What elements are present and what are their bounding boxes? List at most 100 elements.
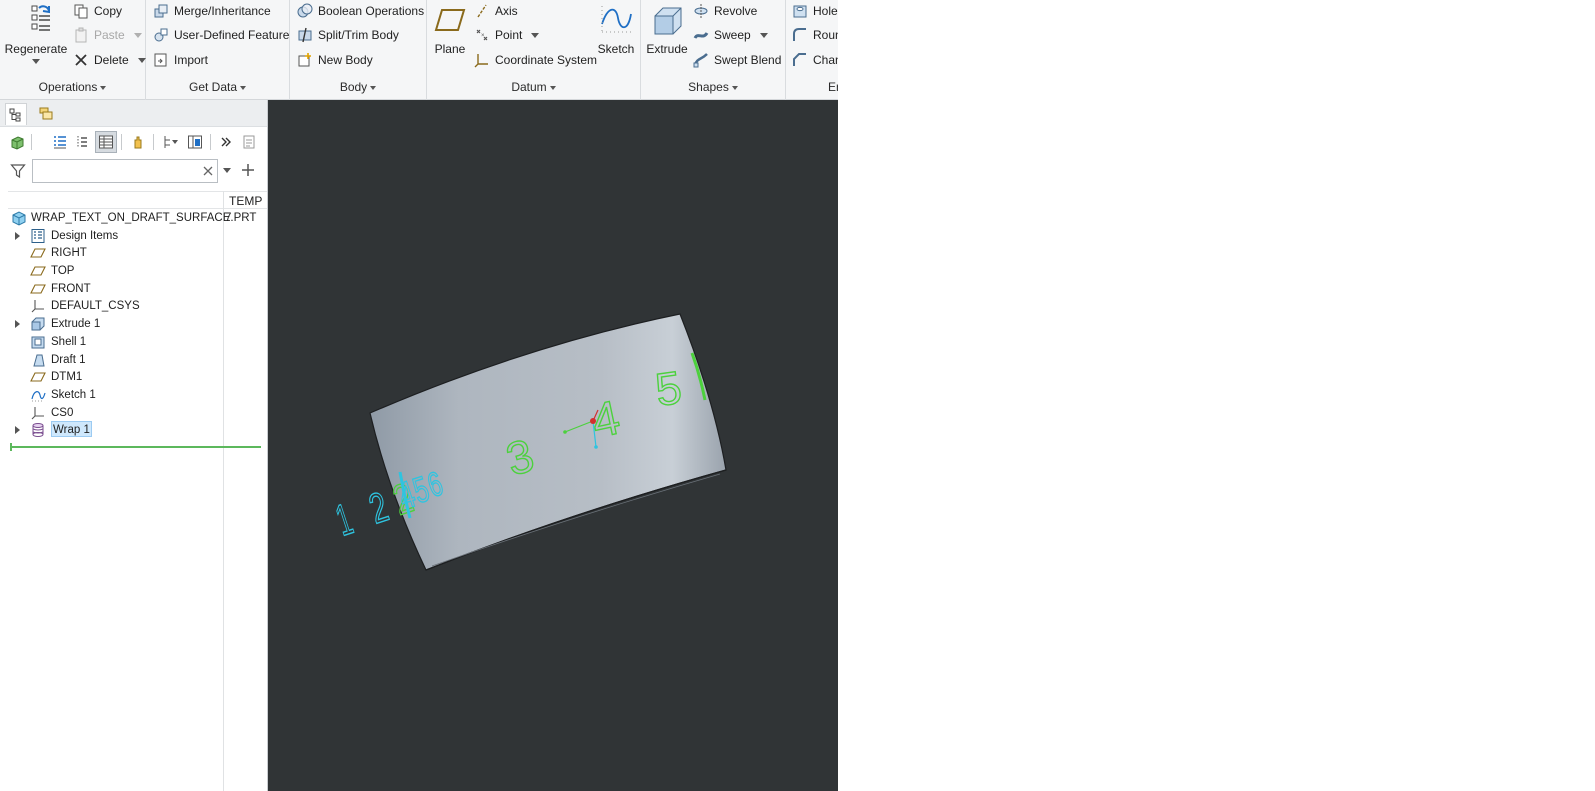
tree-row[interactable]: DEFAULT_CSYS (0, 297, 267, 315)
filter-icon[interactable] (10, 163, 26, 179)
wrapped-cylinder-part[interactable] (369, 313, 727, 571)
csys-label: Coordinate System (495, 53, 598, 67)
tree-row[interactable]: DTM1 (0, 368, 267, 386)
expand-arrow-icon[interactable] (15, 426, 20, 435)
merge-inheritance-button[interactable]: Merge/Inheritance (153, 0, 271, 22)
tree-item-label[interactable]: DEFAULT_CSYS (51, 298, 140, 314)
sweep-icon (693, 32, 709, 39)
hole-label: Hole (813, 4, 838, 18)
expand-all-button[interactable] (49, 131, 71, 153)
group-operations-label[interactable]: Operations (0, 80, 145, 96)
datum-plane-icon (30, 245, 46, 261)
temp-value: 7 (225, 212, 232, 224)
tree-row[interactable]: RIGHT (0, 244, 267, 262)
sweep-dropdown-icon[interactable] (759, 32, 768, 38)
group-get-data-label[interactable]: Get Data (146, 80, 289, 96)
tree-row[interactable]: FRONT (0, 280, 267, 298)
more-tools-button[interactable] (215, 131, 237, 153)
tree-item-label[interactable]: Wrap 1 (51, 421, 92, 438)
tree-item-label[interactable]: TOP (51, 263, 74, 279)
suppressed-objects-button[interactable] (127, 131, 149, 153)
paste-button[interactable]: Paste (73, 24, 142, 46)
column-temp-header[interactable]: TEMP (229, 194, 262, 208)
round-label: Roun (813, 28, 838, 42)
plane-button[interactable]: Plane (431, 0, 469, 56)
import-button[interactable]: Import (153, 49, 208, 71)
datum-plane-icon (30, 263, 46, 279)
regenerate-button[interactable]: Regenerate (5, 0, 67, 64)
new-body-button[interactable]: New Body (297, 49, 373, 71)
tree-item-label[interactable]: Extrude 1 (51, 316, 100, 332)
plane-label: Plane (434, 42, 466, 56)
tree-item-label[interactable]: Shell 1 (51, 334, 86, 350)
tree-columns-button[interactable] (184, 131, 206, 153)
point-button[interactable]: × Point (474, 24, 540, 46)
show-tree-button[interactable] (6, 131, 28, 153)
user-defined-feature-button[interactable]: User-Defined Feature (153, 24, 289, 46)
regenerate-dropdown-icon[interactable] (32, 59, 40, 64)
tree-row[interactable]: Wrap 1 (0, 421, 267, 439)
copy-button[interactable]: Copy (73, 0, 122, 22)
collapse-all-button[interactable] (72, 131, 94, 153)
graphics-viewport[interactable]: 1 2 2 4 5 6 3 4 5 (268, 100, 838, 791)
tree-item-label[interactable]: Sketch 1 (51, 387, 96, 403)
tree-filters-button[interactable] (160, 131, 182, 153)
tree-item-label[interactable]: DTM1 (51, 369, 82, 385)
group-body-label[interactable]: Body (290, 80, 426, 96)
tree-row[interactable]: Draft 1 (0, 351, 267, 369)
sketch-label: Sketch (597, 42, 635, 56)
point-icon: × (476, 29, 488, 41)
add-filter-icon[interactable] (241, 163, 255, 177)
expand-arrow-icon[interactable] (15, 231, 20, 240)
extrude-button[interactable]: Extrude (645, 0, 689, 56)
app-window: Regenerate Copy Paste Delete Operations (0, 0, 1595, 791)
revolve-button[interactable]: Revolve (693, 0, 757, 22)
tree-item-label[interactable]: Design Items (51, 228, 118, 244)
show-details-button[interactable] (238, 131, 260, 153)
tab-layer-tree[interactable] (35, 103, 57, 125)
plane-icon (434, 9, 466, 31)
tree-root-row[interactable]: WRAP_TEXT_ON_DRAFT_SURFACE.PRT 7 (0, 209, 267, 227)
tree-row[interactable]: CS0 (0, 404, 267, 422)
tree-row[interactable]: Sketch 1 (0, 386, 267, 404)
coordinate-system-button[interactable]: Coordinate System (474, 49, 597, 71)
tree-item-label[interactable]: WRAP_TEXT_ON_DRAFT_SURFACE.PRT (31, 210, 256, 226)
svg-text:×: × (481, 33, 485, 39)
tree-column-header: TEMP (8, 191, 267, 209)
tree-row[interactable]: Design Items (0, 227, 267, 245)
axis-button[interactable]: Axis (474, 0, 518, 22)
point-dropdown-icon[interactable] (531, 32, 540, 38)
sketch-button[interactable]: Sketch (596, 0, 636, 56)
paste-dropdown-icon[interactable] (133, 32, 142, 38)
tree-item-label[interactable]: CS0 (51, 405, 73, 421)
expand-arrow-icon[interactable] (15, 320, 20, 329)
tree-row[interactable]: Extrude 1 (0, 315, 267, 333)
chamfer-button[interactable]: Chan (792, 49, 838, 71)
clear-search-icon[interactable] (203, 166, 213, 176)
tree-row[interactable]: TOP (0, 262, 267, 280)
sketch-icon (601, 6, 632, 33)
group-datum-label[interactable]: Datum (427, 80, 640, 96)
hole-button[interactable]: Hole (792, 0, 838, 22)
tree-row[interactable]: Shell 1 (0, 333, 267, 351)
import-icon (154, 53, 167, 67)
round-button[interactable]: Roun (792, 24, 838, 46)
delete-button[interactable]: Delete (73, 49, 146, 71)
tree-item-label[interactable]: RIGHT (51, 245, 87, 261)
boolean-operations-button[interactable]: Boolean Operations (297, 0, 424, 22)
sweep-button[interactable]: Sweep (693, 24, 768, 46)
tree-columns-toggle[interactable] (95, 131, 117, 153)
tree-item-label[interactable]: Draft 1 (51, 352, 86, 368)
search-options-dropdown-icon[interactable] (222, 167, 232, 175)
split-trim-body-button[interactable]: Split/Trim Body (297, 24, 399, 46)
tab-model-tree[interactable] (5, 103, 27, 125)
group-shapes-label[interactable]: Shapes (641, 80, 785, 96)
tree-search-input[interactable] (33, 160, 203, 182)
insert-here-marker[interactable] (10, 443, 261, 451)
tree-item-label[interactable]: FRONT (51, 281, 91, 297)
delete-dropdown-icon[interactable] (137, 57, 146, 63)
group-engineering-label[interactable]: En (786, 80, 838, 96)
swept-blend-button[interactable]: Swept Blend (693, 49, 781, 71)
sweep-label: Sweep (714, 28, 751, 42)
paste-icon (75, 27, 87, 43)
